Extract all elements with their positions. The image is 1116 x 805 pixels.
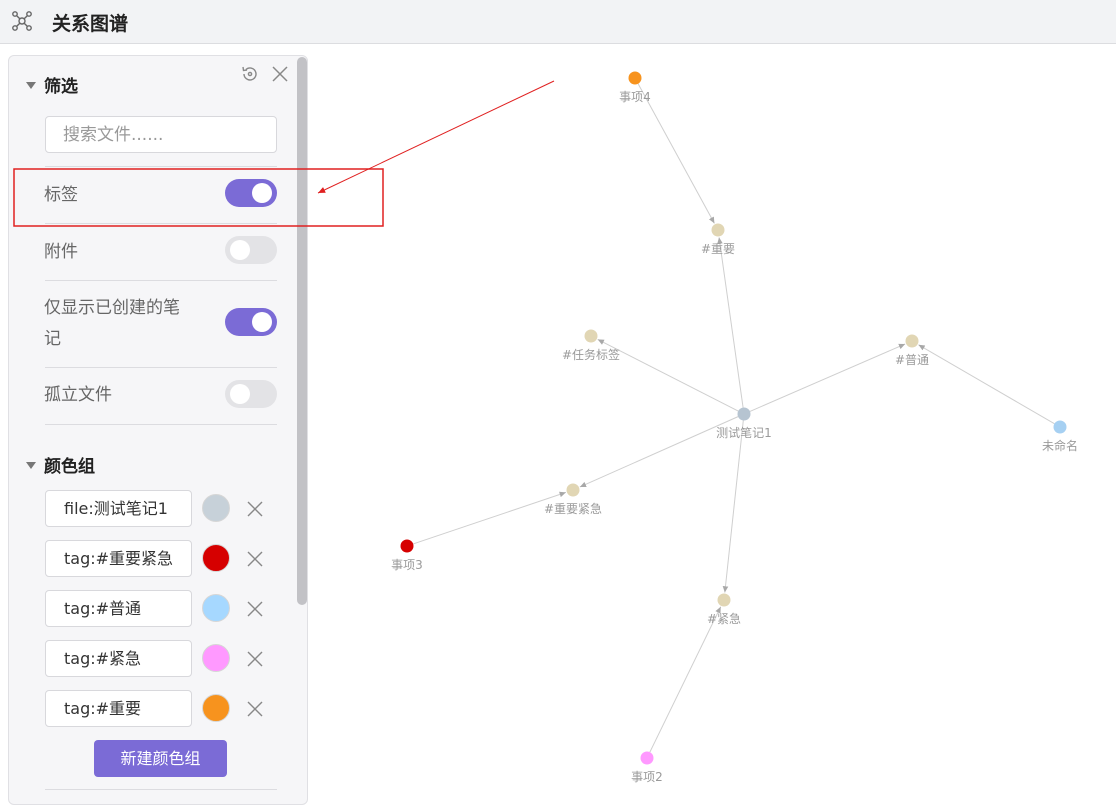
annotation-highlight-box — [13, 168, 384, 227]
annotation-overlay — [13, 80, 555, 227]
annotation-arrow — [317, 80, 555, 194]
